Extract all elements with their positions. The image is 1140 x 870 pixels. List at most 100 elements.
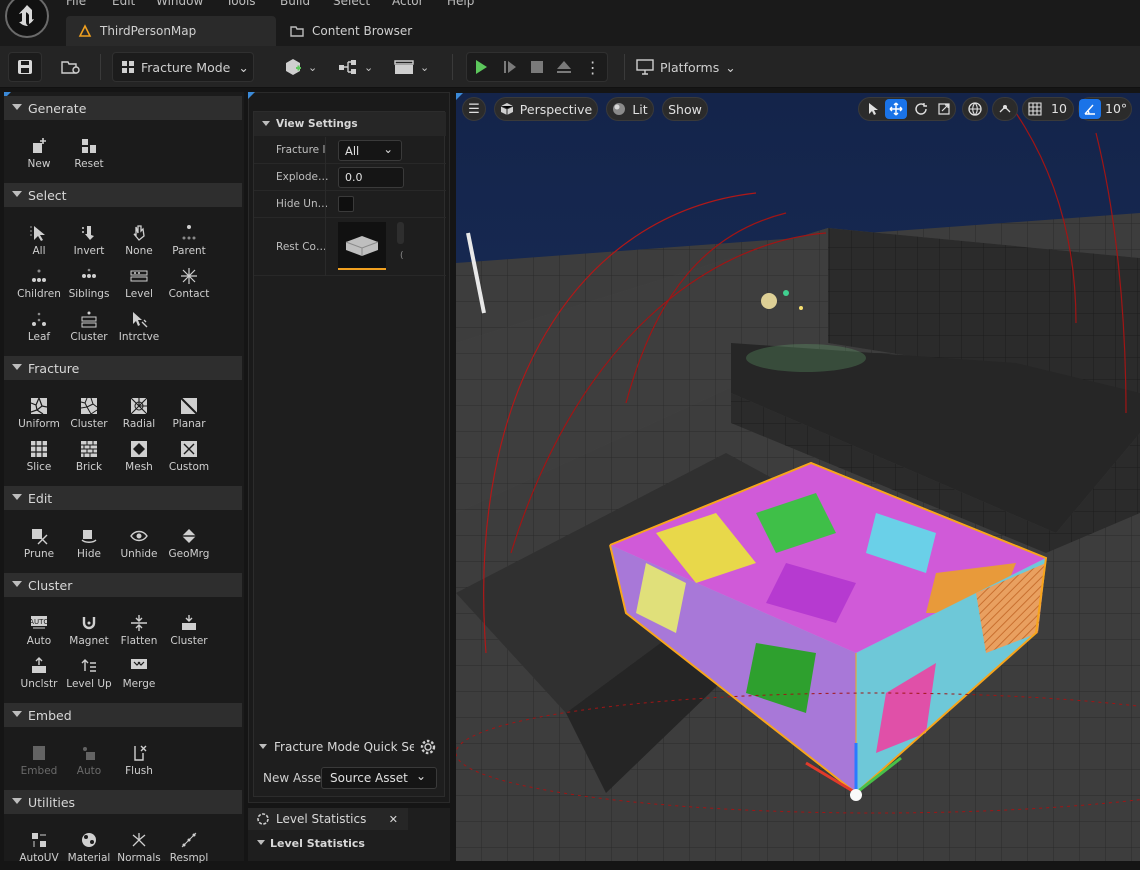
tool-prune[interactable]: Prune: [14, 524, 64, 566]
move-tool-button[interactable]: [885, 99, 907, 119]
tool-embed-auto[interactable]: Auto: [64, 741, 114, 783]
menu-actor[interactable]: Actor: [392, 0, 424, 8]
tool-cluster-flatten[interactable]: Flatten: [114, 611, 164, 653]
menu-tools[interactable]: Tools: [226, 0, 256, 8]
tool-select-siblings[interactable]: Siblings: [64, 264, 114, 306]
close-icon[interactable]: ✕: [389, 813, 398, 826]
tool-select-parent[interactable]: Parent: [164, 221, 214, 263]
section-embed-header[interactable]: Embed: [4, 703, 242, 727]
section-edit-header[interactable]: Edit: [4, 486, 242, 510]
more-options-icon[interactable]: ⋮: [585, 58, 601, 77]
gear-icon[interactable]: [419, 738, 437, 756]
tool-label: Mesh: [125, 461, 153, 473]
tool-cluster-merge[interactable]: Merge: [114, 654, 164, 696]
mode-select-dropdown[interactable]: Fracture Mode ⌄: [112, 52, 254, 82]
magnet-icon: [79, 613, 99, 633]
menu-file[interactable]: File: [66, 0, 86, 8]
tool-embed[interactable]: Embed: [14, 741, 64, 783]
planar-icon: [179, 396, 199, 416]
add-actor-button[interactable]: ⌄: [284, 52, 326, 82]
tool-cluster-uncluster[interactable]: Unclstr: [14, 654, 64, 696]
select-tool-button[interactable]: [862, 99, 884, 119]
section-fracture-header[interactable]: Fracture: [4, 356, 242, 380]
tool-fracture-mesh[interactable]: Mesh: [114, 437, 164, 479]
section-cluster-header[interactable]: Cluster: [4, 573, 242, 597]
tool-normals[interactable]: Normals: [114, 828, 164, 870]
blueprint-button[interactable]: ⌄: [338, 52, 378, 82]
step-icon[interactable]: [502, 59, 518, 75]
tool-select-cluster[interactable]: Cluster: [64, 307, 114, 349]
tool-fracture-brick[interactable]: Brick: [64, 437, 114, 479]
show-button[interactable]: Show: [662, 97, 708, 121]
tool-fracture-planar[interactable]: Planar: [164, 394, 214, 436]
tool-embed-flush[interactable]: Flush: [114, 741, 164, 783]
menu-select[interactable]: Select: [333, 0, 370, 8]
tool-new[interactable]: New: [14, 134, 64, 176]
cinematics-button[interactable]: ⌄: [394, 52, 434, 82]
tool-material[interactable]: Material: [64, 828, 114, 870]
menu-build[interactable]: Build: [280, 0, 310, 8]
tool-fracture-radial[interactable]: Radial: [114, 394, 164, 436]
tool-fracture-slice[interactable]: Slice: [14, 437, 64, 479]
level-statistics-header: Level Statistics: [254, 834, 446, 852]
fracture-level-dropdown[interactable]: All ⌄: [338, 140, 402, 161]
tool-select-all[interactable]: All: [14, 221, 64, 263]
tool-resample[interactable]: Resmpl: [164, 828, 214, 870]
view-settings-header[interactable]: View Settings: [254, 112, 446, 136]
rotate-tool-button[interactable]: [910, 99, 932, 119]
tool-select-children[interactable]: Children: [14, 264, 64, 306]
platforms-button[interactable]: Platforms ⌄: [636, 52, 736, 82]
save-button[interactable]: [8, 52, 42, 82]
menu-help[interactable]: Help: [447, 0, 474, 8]
quick-settings-header[interactable]: Fracture Mode Quick Se: [254, 736, 446, 758]
scale-tool-button[interactable]: [933, 99, 955, 119]
tool-select-contact[interactable]: Contact: [164, 264, 214, 306]
tool-fracture-cluster[interactable]: Cluster: [64, 394, 114, 436]
explode-amount-input[interactable]: 0.0: [338, 167, 404, 188]
tool-select-leaf[interactable]: Leaf: [14, 307, 64, 349]
tool-autouv[interactable]: AutoUV: [14, 828, 64, 870]
tool-unhide[interactable]: Unhide: [114, 524, 164, 566]
new-asset-source-dropdown[interactable]: Source Asset ⌄: [321, 767, 437, 789]
tool-select-level[interactable]: Level: [114, 264, 164, 306]
tool-select-none[interactable]: None: [114, 221, 164, 263]
grid-size-value[interactable]: 10: [1051, 101, 1067, 116]
section-generate-header[interactable]: Generate: [4, 96, 242, 120]
rotation-snap-value[interactable]: 10°: [1105, 101, 1127, 116]
tool-fracture-uniform[interactable]: Uniform: [14, 394, 64, 436]
stop-icon[interactable]: [530, 60, 544, 74]
play-icon[interactable]: [473, 59, 489, 75]
eject-icon[interactable]: [556, 59, 572, 75]
tab-content-browser[interactable]: Content Browser: [278, 16, 438, 46]
tool-cluster-auto[interactable]: AUTO Auto: [14, 611, 64, 653]
tool-geomerge[interactable]: GeoMrg: [164, 524, 214, 566]
perspective-button[interactable]: Perspective: [494, 97, 598, 121]
tool-cluster-cluster[interactable]: Cluster: [164, 611, 214, 653]
lit-button[interactable]: Lit: [606, 97, 654, 121]
tool-label: Flush: [125, 765, 153, 777]
blueprint-icon: [339, 60, 356, 74]
tab-level-statistics[interactable]: Level Statistics ✕: [248, 808, 408, 830]
quick-settings-title: Fracture Mode Quick Se: [274, 740, 414, 754]
section-utilities-header[interactable]: Utilities: [4, 790, 242, 814]
tool-label: Intrctve: [118, 331, 160, 343]
fracture-level-label: Fracture l: [276, 144, 326, 156]
tool-cluster-levelup[interactable]: Level Up: [64, 654, 114, 696]
tool-select-invert[interactable]: Invert: [64, 221, 114, 263]
browse-button[interactable]: [56, 52, 86, 82]
tool-fracture-custom[interactable]: Custom: [164, 437, 214, 479]
tool-select-interactive[interactable]: Intrctve: [114, 307, 164, 349]
viewport-menu-button[interactable]: ☰: [462, 97, 486, 121]
menu-edit[interactable]: Edit: [112, 0, 135, 8]
section-select-header[interactable]: Select: [4, 183, 242, 207]
new-asset-label: New Asse: [263, 771, 322, 785]
asset-picker-scroll[interactable]: [397, 222, 404, 244]
tool-reset[interactable]: Reset: [64, 134, 114, 176]
tab-third-person-map[interactable]: ThirdPersonMap: [66, 16, 276, 46]
tool-cluster-magnet[interactable]: Magnet: [64, 611, 114, 653]
rest-collection-thumbnail[interactable]: [338, 222, 386, 270]
tool-hide[interactable]: Hide: [64, 524, 114, 566]
level-viewport[interactable]: [456, 93, 1140, 861]
menu-window[interactable]: Window: [156, 0, 203, 8]
hide-unselected-checkbox[interactable]: [338, 196, 354, 212]
